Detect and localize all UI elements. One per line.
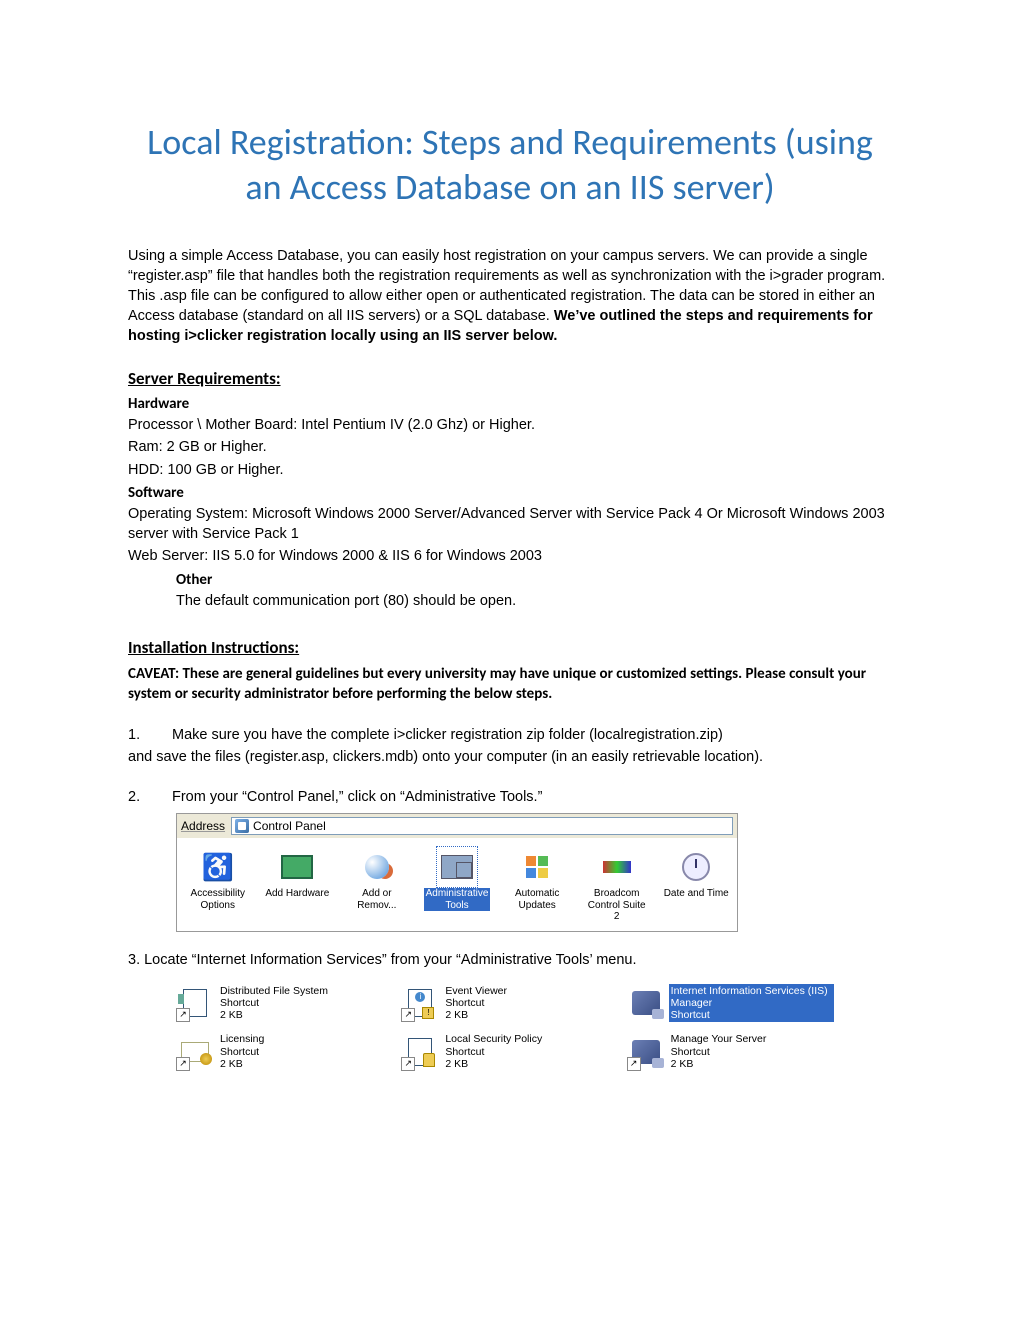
- shortcut-arrow-icon: ↗: [401, 1008, 415, 1022]
- at-item-licensing[interactable]: ↗ LicensingShortcut2 KB: [176, 1030, 385, 1072]
- at-item-manage-server[interactable]: ↗ Manage Your ServerShortcut2 KB: [627, 1030, 836, 1072]
- shortcut-arrow-icon: ↗: [176, 1057, 190, 1071]
- at-size: 2 KB: [445, 1058, 542, 1070]
- at-item-local-security[interactable]: ↗ Local Security PolicyShortcut2 KB: [401, 1030, 610, 1072]
- at-type: Shortcut: [445, 997, 507, 1009]
- at-type: Shortcut: [671, 1009, 832, 1021]
- caveat-note: CAVEAT: These are general guidelines but…: [128, 664, 892, 705]
- at-type: Shortcut: [220, 1046, 264, 1058]
- at-size: 2 KB: [220, 1009, 328, 1021]
- step-3: 3. Locate “Internet Information Services…: [128, 950, 892, 970]
- admin-tools-icon: [441, 855, 473, 879]
- at-type: Shortcut: [671, 1046, 767, 1058]
- admin-tools-list: ↗ Distributed File SystemShortcut2 KB ↗ …: [176, 982, 836, 1072]
- req-webserver: Web Server: IIS 5.0 for Windows 2000 & I…: [128, 546, 892, 566]
- address-value: Control Panel: [253, 819, 326, 833]
- at-title: Licensing: [220, 1033, 264, 1045]
- accessibility-icon: ♿: [202, 853, 234, 883]
- cp-label: Administrative Tools: [424, 888, 491, 911]
- software-heading: Software: [128, 484, 892, 502]
- control-panel-icon: [235, 819, 249, 833]
- shortcut-arrow-icon: ↗: [627, 1057, 641, 1071]
- shortcut-arrow-icon: ↗: [401, 1057, 415, 1071]
- cp-label: Add Hardware: [265, 888, 329, 900]
- at-item-iis-manager[interactable]: Internet Information Services (IIS) Mana…: [627, 982, 836, 1024]
- at-title: Internet Information Services (IIS) Mana…: [671, 985, 832, 1009]
- step-1-line-2: and save the files (register.asp, clicke…: [128, 747, 892, 767]
- cp-item-date-time[interactable]: Date and Time: [663, 849, 729, 923]
- cp-item-add-hardware[interactable]: Add Hardware: [265, 849, 331, 923]
- step2-text: From your “Control Panel,” click on “Adm…: [172, 789, 542, 805]
- intro-paragraph: Using a simple Access Database, you can …: [128, 246, 892, 346]
- at-title: Local Security Policy: [445, 1033, 542, 1045]
- broadcom-icon: [603, 861, 631, 873]
- shortcut-arrow-icon: ↗: [176, 1008, 190, 1022]
- at-size: 2 KB: [445, 1009, 507, 1021]
- step1-text-a: Make sure you have the complete i>clicke…: [172, 727, 723, 743]
- cp-label: Date and Time: [664, 888, 729, 900]
- at-title: Event Viewer: [445, 985, 507, 997]
- at-title: Manage Your Server: [671, 1033, 767, 1045]
- at-title: Distributed File System: [220, 985, 328, 997]
- iis-icon: [632, 991, 660, 1015]
- control-panel-window: AAddressddress Control Panel ♿ Accessibi…: [176, 813, 738, 932]
- cp-item-admin-tools[interactable]: Administrative Tools: [424, 849, 491, 923]
- other-heading: Other: [176, 571, 892, 589]
- at-size: 2 KB: [671, 1058, 767, 1070]
- cp-item-accessibility[interactable]: ♿ Accessibility Options: [185, 849, 251, 923]
- req-processor: Processor \ Mother Board: Intel Pentium …: [128, 415, 892, 435]
- req-os: Operating System: Microsoft Windows 2000…: [128, 504, 892, 545]
- clock-icon: [682, 853, 710, 881]
- server-requirements-heading: Server Requirements:: [128, 368, 892, 389]
- cp-item-auto-updates[interactable]: Automatic Updates: [504, 849, 570, 923]
- cp-label: Automatic Updates: [504, 888, 570, 911]
- address-label: AAddressddress: [181, 819, 225, 833]
- installation-heading: Installation Instructions:: [128, 637, 892, 658]
- step-2: 2.From your “Control Panel,” click on “A…: [128, 787, 892, 807]
- cp-label: Broadcom Control Suite 2: [584, 888, 650, 923]
- req-ram: Ram: 2 GB or Higher.: [128, 437, 892, 457]
- at-type: Shortcut: [445, 1046, 542, 1058]
- at-size: 2 KB: [220, 1058, 264, 1070]
- at-item-event-viewer[interactable]: ↗ Event ViewerShortcut2 KB: [401, 982, 610, 1024]
- cp-label: Add or Remov...: [344, 888, 410, 911]
- at-item-dfs[interactable]: ↗ Distributed File SystemShortcut2 KB: [176, 982, 385, 1024]
- cp-item-add-remove[interactable]: Add or Remov...: [344, 849, 410, 923]
- hardware-heading: Hardware: [128, 395, 892, 413]
- step-1-line-1: 1.Make sure you have the complete i>clic…: [128, 725, 892, 745]
- hardware-icon: [281, 855, 313, 879]
- document-title: Local Registration: Steps and Requiremen…: [128, 120, 892, 210]
- address-bar: AAddressddress Control Panel: [177, 814, 737, 839]
- cp-item-broadcom[interactable]: Broadcom Control Suite 2: [584, 849, 650, 923]
- req-port: The default communication port (80) shou…: [176, 591, 892, 611]
- req-hdd: HDD: 100 GB or Higher.: [128, 460, 892, 480]
- cp-label: Accessibility Options: [185, 888, 251, 911]
- address-field[interactable]: Control Panel: [231, 817, 733, 835]
- add-remove-icon: [365, 855, 389, 879]
- at-type: Shortcut: [220, 997, 328, 1009]
- control-panel-items: ♿ Accessibility Options Add Hardware Add…: [177, 839, 737, 931]
- windows-update-icon: [526, 856, 548, 878]
